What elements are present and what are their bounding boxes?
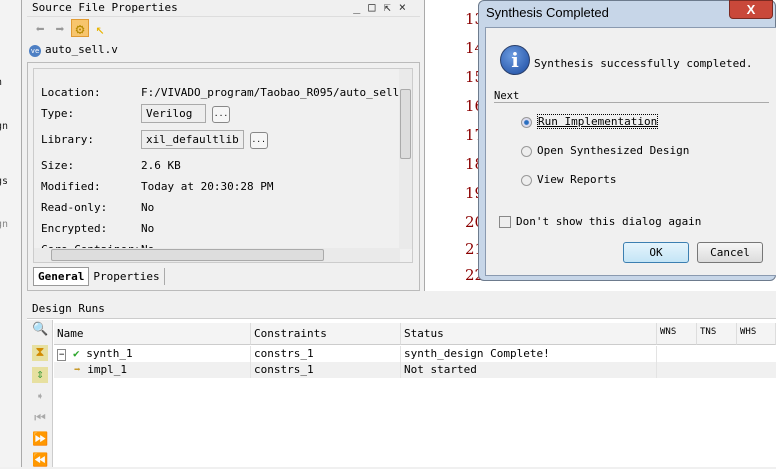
verilog-file-icon: ve (29, 45, 41, 57)
check-icon: ✔ (66, 347, 87, 360)
scroll-thumb[interactable] (51, 249, 324, 261)
clipped-label: gn (0, 219, 9, 230)
constraints-cell: constrs_1 (251, 346, 401, 362)
window-buttons: _□⇱× (353, 0, 414, 14)
type-browse-button[interactable]: ... (212, 105, 230, 123)
status-cell: Not started (401, 362, 657, 378)
close-button[interactable]: × (399, 0, 414, 14)
panel-title: Design Runs (27, 299, 776, 319)
fast-forward-icon[interactable]: ⏩ (32, 432, 48, 448)
radio[interactable] (521, 145, 532, 157)
search-icon[interactable]: 🔍 (32, 322, 48, 338)
first-step-icon[interactable]: ⏮ (32, 411, 48, 427)
property-encrypted: Encrypted: No (41, 222, 155, 235)
table-row[interactable]: ➡ impl_1 constrs_1 Not started (54, 362, 776, 378)
auto-update-gear-icon[interactable]: ⚙ (71, 19, 89, 38)
synthesis-completed-dialog: Synthesis Completed X i Synthesis succes… (478, 0, 776, 281)
file-name: ve auto_sell.v (29, 43, 118, 57)
collapse-all-icon[interactable]: ⧗ (32, 345, 48, 361)
source-file-properties-panel: Source File Properties _□⇱× ⬅ ➡ ⚙ ↖ ve auto_… (27, 0, 420, 291)
back-arrow-icon[interactable]: ⬅ (31, 20, 49, 38)
property-read-only: Read-only: No (41, 201, 155, 214)
property-type: Type: Verilog... (41, 104, 230, 123)
column-header-wns[interactable]: WNS (657, 323, 697, 345)
option-view-reports[interactable]: View Reports (521, 173, 616, 186)
option-run-implementation[interactable]: Run Implementation (521, 114, 659, 129)
toolbar: ⬅ ➡ ⚙ ↖ (31, 19, 111, 39)
clipped-label: gn (0, 121, 9, 132)
property-size: Size: 2.6 KB (41, 159, 181, 172)
type-field: Verilog (141, 104, 206, 123)
dialog-body: i Synthesis successfully completed. Next… (485, 27, 776, 276)
property-library: Library: xil_defaultlib... (41, 130, 268, 149)
vertical-scrollbar[interactable] (399, 69, 412, 249)
column-header-status[interactable]: Status (401, 323, 657, 345)
collapse-toggle-icon[interactable]: − (57, 349, 67, 361)
radio-selected[interactable] (521, 116, 532, 128)
tab-general[interactable]: General (33, 267, 90, 286)
dialog-title: Synthesis Completed (486, 5, 609, 20)
constraints-cell: constrs_1 (251, 362, 401, 378)
properties-tabs: General Properties (33, 267, 165, 286)
select-pointer-icon[interactable]: ↖ (91, 20, 109, 38)
maximize-button[interactable]: □ (368, 0, 383, 14)
cancel-button[interactable]: Cancel (697, 242, 763, 263)
run-name-cell: ➡ impl_1 (54, 362, 251, 378)
arrow-right-icon: ➡ (74, 363, 88, 376)
column-header-whs[interactable]: WHS (737, 323, 776, 345)
run-name-cell: − ✔ synth_1 (54, 346, 251, 362)
library-field: xil_defaultlib (141, 130, 244, 149)
checkbox[interactable] (499, 216, 511, 228)
ok-button[interactable]: OK (623, 242, 689, 263)
column-header-tns[interactable]: TNS (697, 323, 737, 345)
float-button[interactable]: ⇱ (384, 0, 399, 14)
clipped-label: n (0, 77, 2, 88)
dialog-message: Synthesis successfully completed. (534, 57, 753, 70)
info-icon: i (500, 45, 530, 75)
general-properties: Location: F:/VIVADO_program/Taobao_R095/a… (33, 68, 413, 263)
option-open-synthesized-design[interactable]: Open Synthesized Design (521, 144, 689, 157)
clipped-label: gs (0, 176, 9, 187)
property-modified: Modified: Today at 20:30:28 PM (41, 180, 274, 193)
next-section-label: Next (494, 90, 769, 103)
library-browse-button[interactable]: ... (249, 131, 268, 149)
left-panel-strip: n gn gs gn (0, 0, 22, 467)
design-runs-panel: Design Runs 🔍 ⧗ ⇕ ➧ ⏮ ⏩ ⏪ Name Constrain… (27, 299, 776, 468)
properties-box: Location: F:/VIVADO_program/Taobao_R095/a… (27, 62, 420, 291)
scroll-thumb[interactable] (400, 89, 411, 159)
close-button[interactable]: X (729, 0, 773, 19)
expand-all-icon[interactable]: ⇕ (32, 367, 48, 383)
design-runs-toolbar: 🔍 ⧗ ⇕ ➧ ⏮ ⏩ ⏪ (27, 320, 53, 468)
dont-show-again-checkbox[interactable]: Don't show this dialog again (499, 215, 701, 228)
status-cell: synth_design Complete! (401, 346, 657, 362)
horizontal-scrollbar[interactable] (34, 248, 400, 262)
minimize-button[interactable]: _ (353, 0, 368, 14)
file-name-label: auto_sell.v (45, 43, 118, 56)
tab-properties[interactable]: Properties (89, 268, 165, 285)
column-header-name[interactable]: Name (54, 323, 251, 345)
property-location: Location: F:/VIVADO_program/Taobao_R095/a… (41, 86, 413, 99)
forward-arrow-icon[interactable]: ➡ (51, 20, 69, 38)
launch-run-icon[interactable]: ➧ (32, 390, 48, 406)
radio[interactable] (521, 174, 532, 186)
column-header-constraints[interactable]: Constraints (251, 323, 401, 345)
